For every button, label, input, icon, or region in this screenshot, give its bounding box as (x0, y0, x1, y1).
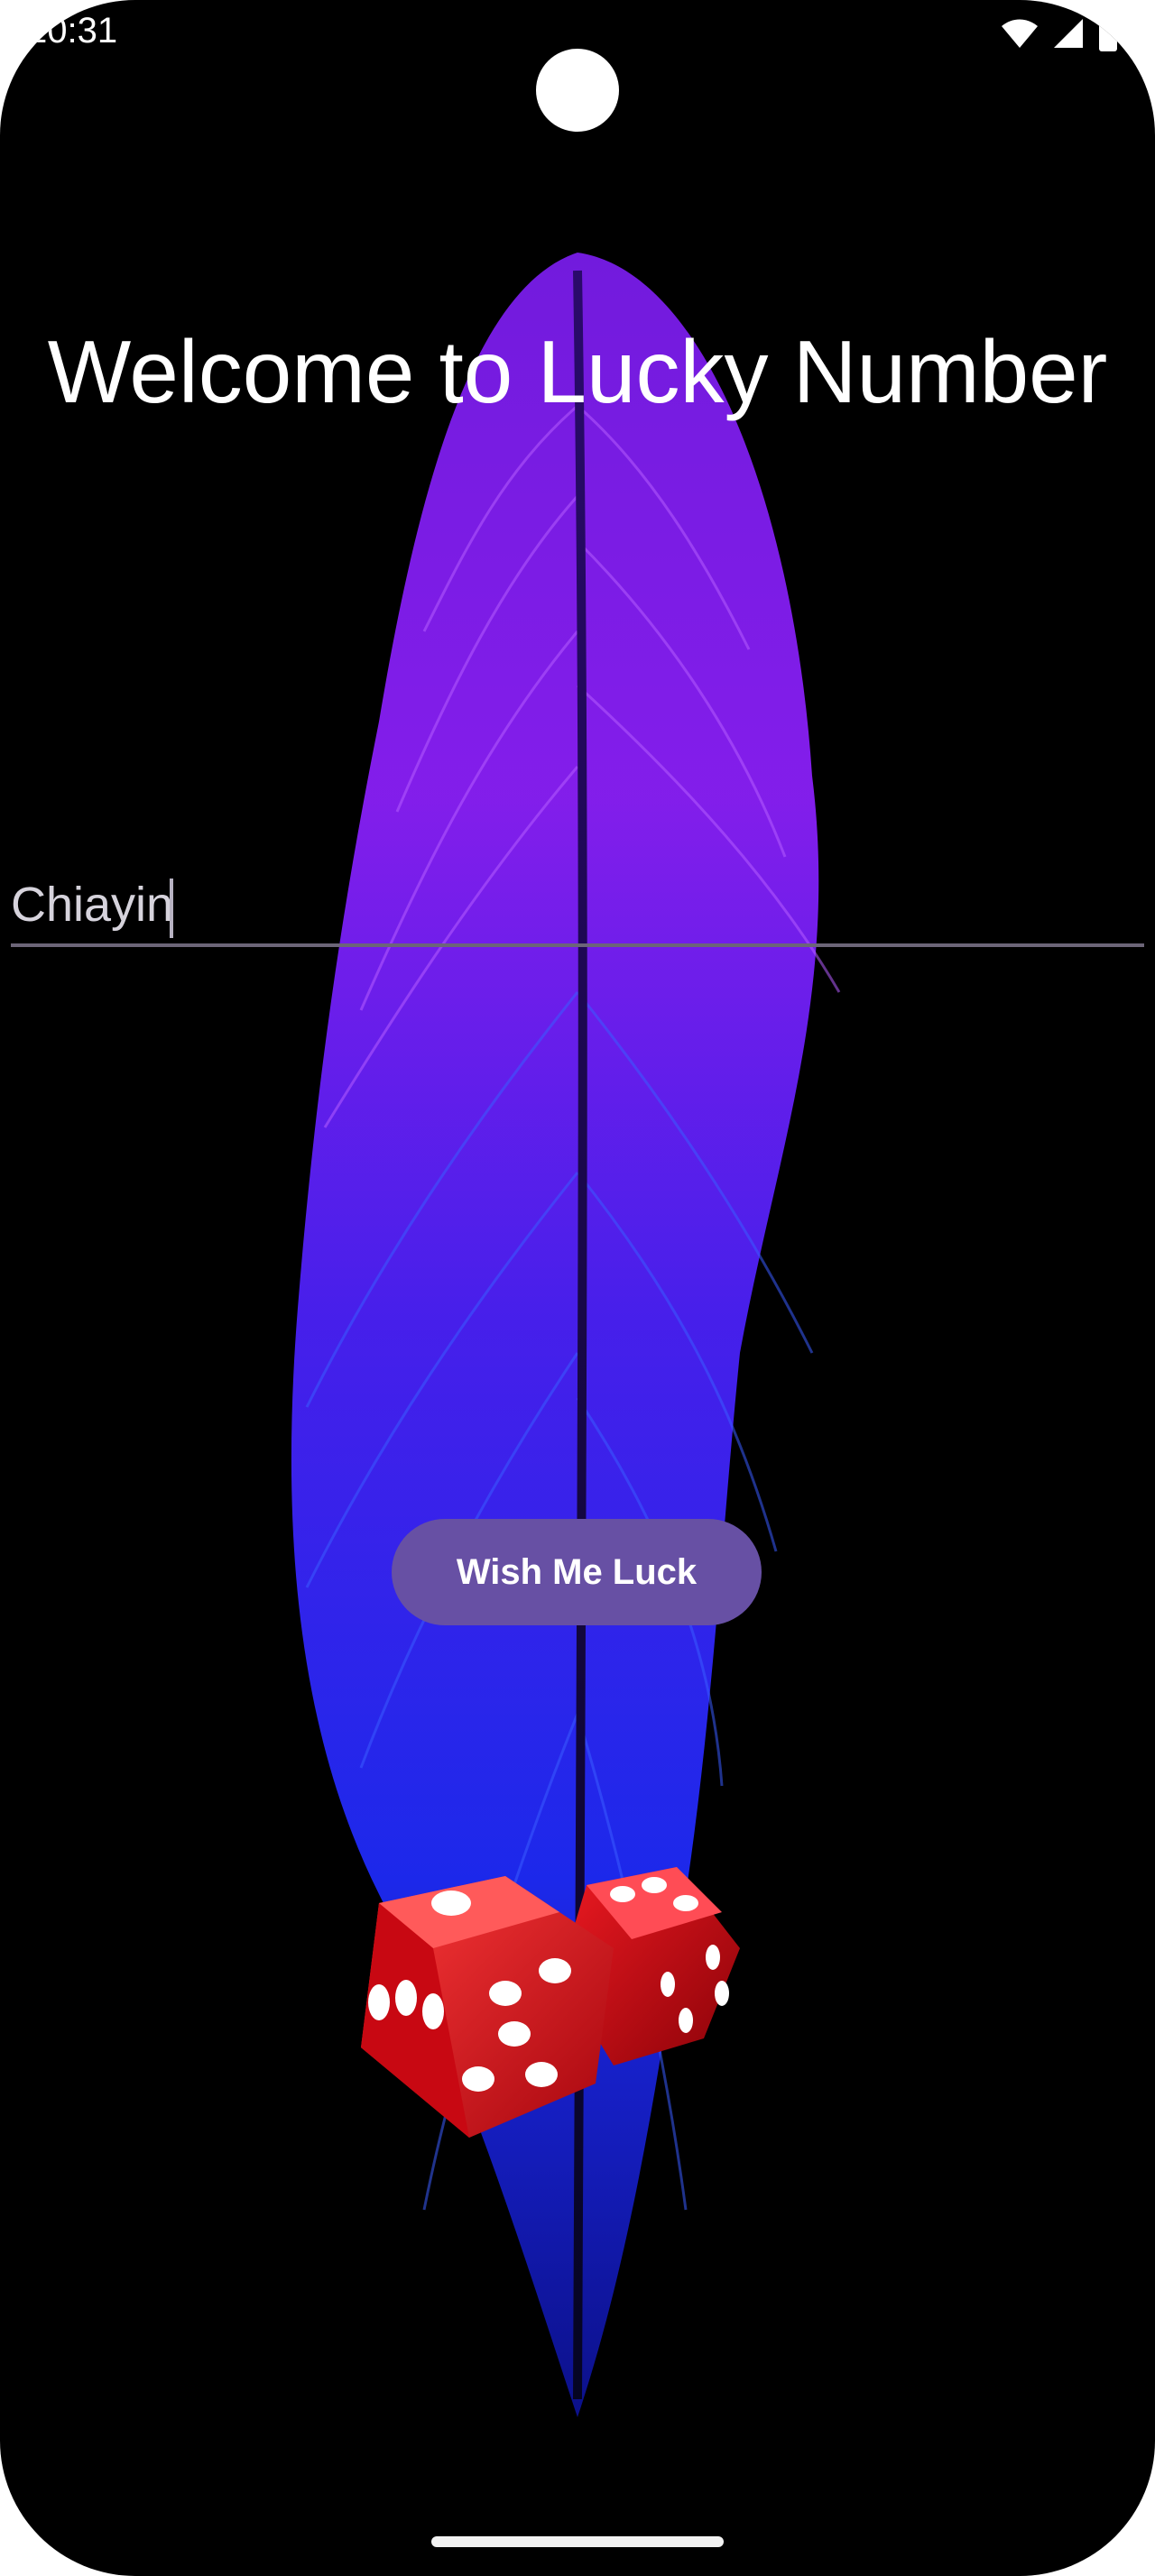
text-cursor (170, 879, 173, 938)
name-field[interactable] (11, 866, 1144, 949)
status-bar-icons (1000, 13, 1119, 54)
status-bar-time: 10:31 (27, 11, 118, 51)
page-title: Welcome to Lucky Number (47, 322, 1108, 421)
battery-icon (1099, 15, 1117, 51)
camera-cutout (536, 49, 619, 132)
input-underline (11, 943, 1144, 947)
dice-image (361, 1867, 740, 2138)
wish-me-luck-button[interactable]: Wish Me Luck (392, 1519, 762, 1625)
front-die (361, 1876, 614, 2138)
phone-screen: 10:31 Welcome to Lucky Number Wish Me Lu… (0, 0, 1155, 2576)
wifi-icon (1002, 19, 1038, 48)
name-input[interactable] (11, 866, 1144, 943)
home-indicator[interactable] (431, 2536, 724, 2547)
signal-icon (1054, 19, 1083, 48)
